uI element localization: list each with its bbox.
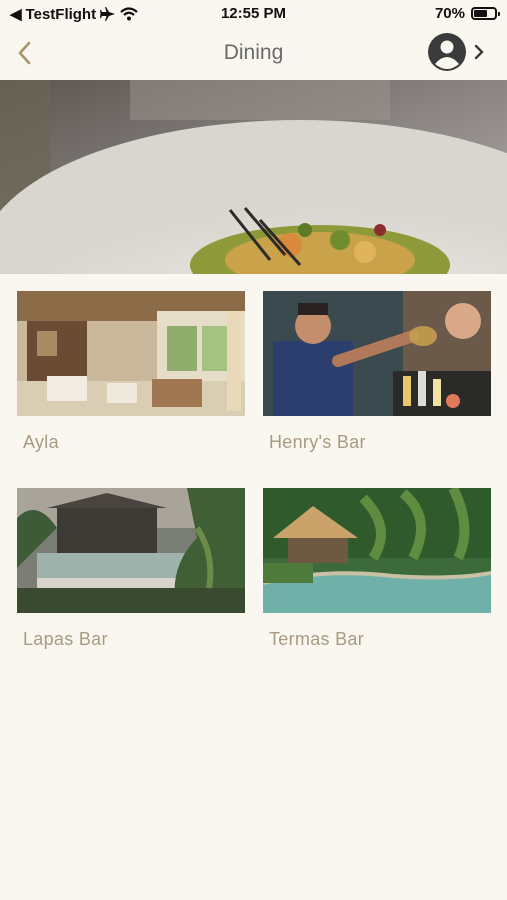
venue-name[interactable]: Ayla	[23, 432, 245, 453]
venue-card-henrys-bar[interactable]: Henry's Bar	[263, 291, 491, 453]
user-avatar-icon	[428, 33, 466, 71]
hero-food-image	[0, 80, 507, 274]
venue-image-termas-bar	[263, 488, 491, 613]
status-right: 70%	[434, 5, 500, 22]
chevron-right-icon	[474, 44, 484, 60]
profile-button[interactable]	[427, 32, 485, 72]
clock: 12:55 PM	[220, 5, 287, 22]
venue-card-termas-bar[interactable]: Termas Bar	[263, 488, 491, 650]
venue-image-lapas-bar	[17, 488, 245, 613]
venue-image-henrys-bar	[263, 291, 491, 416]
venue-name[interactable]: Henry's Bar	[269, 432, 491, 453]
venue-card-lapas-bar[interactable]: Lapas Bar	[17, 488, 245, 650]
battery-percent: 70%	[434, 5, 465, 22]
venue-name[interactable]: Lapas Bar	[23, 629, 245, 650]
status-bar: ◀ TestFlight 12:55 PM 70%	[0, 0, 507, 28]
navigation-bar: Dining	[0, 28, 507, 80]
venue-image-ayla	[17, 291, 245, 416]
venue-card-ayla[interactable]: Ayla	[17, 291, 245, 453]
battery-icon	[471, 7, 500, 20]
venue-name[interactable]: Termas Bar	[269, 629, 491, 650]
